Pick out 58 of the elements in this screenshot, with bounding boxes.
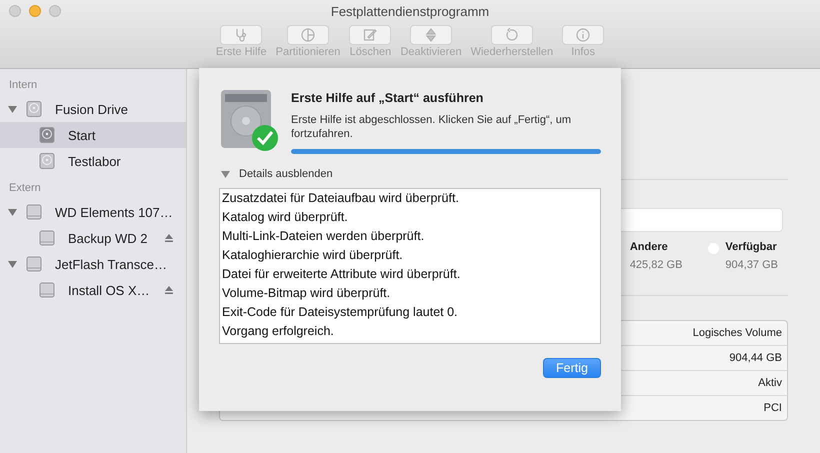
dialog-message: Erste Hilfe ist abgeschlossen. Klicken Sie auf „Fertig“, um fortzufahren. [291,113,572,141]
disclosure-triangle-icon[interactable] [221,170,230,178]
disclosure-triangle-icon[interactable] [8,104,17,114]
window-title: Festplattendienstprogramm [330,4,490,19]
details-label[interactable]: Details ausblenden [239,168,333,180]
table-cell: 904,44 GB [729,352,782,364]
legend-value: 425,82 GB [630,259,682,271]
sidebar-item[interactable]: Backup WD 2 [0,225,186,251]
sidebar-item[interactable]: Install OS X… [0,277,186,303]
info-icon [575,27,592,43]
log-line: Katalog wird überprüft. [222,209,348,226]
hard-drive-icon [25,100,43,118]
sidebar-item[interactable]: Start [0,122,186,148]
legend-value: 904,37 GB [725,259,778,271]
sidebar-item[interactable]: Fusion Drive [0,96,186,122]
hard-drive-icon [38,126,56,144]
toolbar-label: Infos [571,46,596,58]
toolbar-label: Löschen [350,46,392,58]
minimize-button[interactable] [29,5,41,17]
partition-icon [300,27,316,43]
toolbar-label: Wiederherstellen [470,46,554,58]
toolbar-label: Erste Hilfe [216,46,267,58]
toolbar-label: Partitionieren [276,46,340,58]
legend-label: Verfügbar [725,241,778,253]
eject-icon[interactable] [164,285,174,295]
log-line: Kataloghierarchie wird überprüft. [222,247,403,264]
dialog-title: Erste Hilfe auf „Start“ ausführen [291,91,484,105]
toolbar-label: Deaktivieren [400,46,462,58]
sidebar-item[interactable]: WD Elements 107… [0,199,186,225]
external-drive-icon [25,255,43,273]
external-drive-icon [38,229,56,247]
table-cell: PCI [764,402,782,414]
log-line: Exit-Code für Dateisystemprüfung lautet 0. [222,304,458,321]
table-cell: Logisches Volume [692,327,782,339]
log-line: Volume-Bitmap wird überprüft. [222,285,390,302]
hard-drive-icon [38,152,56,170]
hard-drive-check-icon [219,88,279,152]
close-button[interactable] [9,5,21,17]
log-line: Multi-Link-Dateien werden überprüft. [222,228,424,245]
log-line: Zusatzdatei für Dateiaufbau wird überprüft. [222,190,459,207]
legend-label: Andere [630,241,669,253]
disclosure-triangle-icon[interactable] [8,208,17,216]
table-cell: Aktiv [758,377,782,389]
disclosure-triangle-icon[interactable] [8,260,17,268]
erase-icon [362,27,378,43]
eject-icon[interactable] [164,233,174,243]
external-drive-icon [38,281,56,299]
external-drive-icon [25,203,43,221]
zoom-button[interactable] [49,5,61,17]
section-heading: Intern [8,78,38,93]
sidebar-item[interactable]: JetFlash Transce… [0,251,186,277]
sidebar-item[interactable]: Testlabor [0,148,186,174]
up-down-arrows-icon [423,27,439,43]
details-toggle[interactable]: Details ausblenden [219,168,601,180]
log-line: Vorgang erfolgreich. [222,323,334,340]
log-line: Datei für erweiterte Attribute wird überprüft. [222,266,460,283]
circular-arrow-icon [504,27,520,43]
section-heading: Extern [8,181,42,196]
